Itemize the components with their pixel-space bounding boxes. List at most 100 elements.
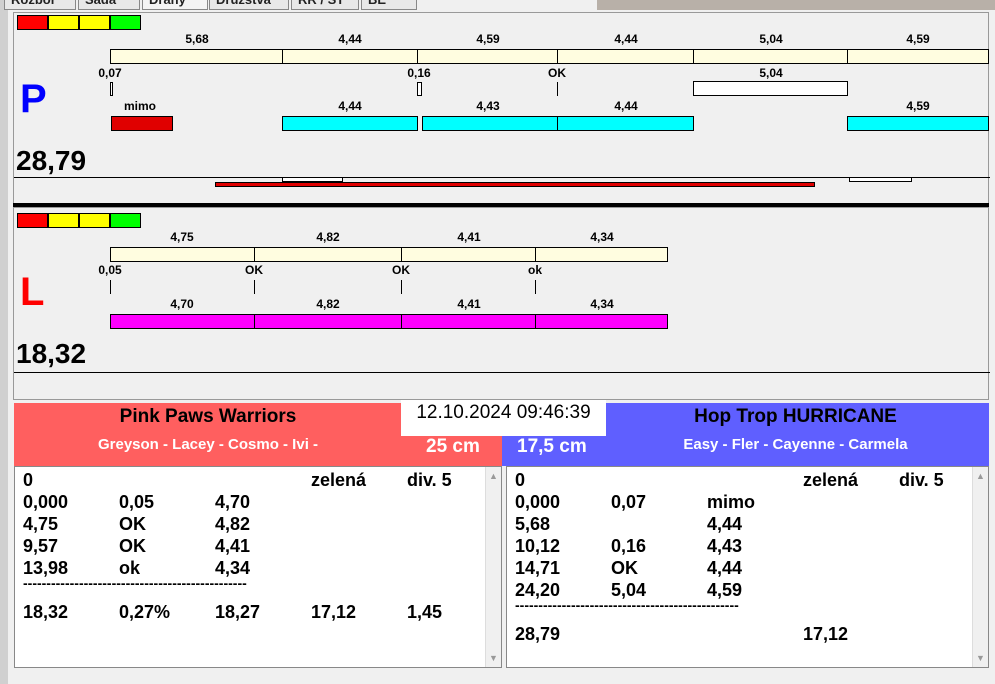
cell: zelená [311,470,367,490]
gap-tick [401,280,402,294]
run-bar-mimo [111,116,173,131]
segment-label: 4,44 [614,32,638,46]
segment-label: 4,59 [476,32,500,46]
gap-tick [535,280,536,294]
legend-yellow [48,213,79,228]
run-label: 4,70 [170,297,194,311]
tab-drahy[interactable]: Dráhy [142,0,208,10]
legend-yellow [79,15,110,30]
left-edge [0,0,8,684]
segment-bar [401,247,536,262]
run-label: 4,44 [614,99,638,113]
cell: div. 5 [407,470,452,490]
left-team-height: 25 cm [426,436,480,457]
legend-yellow [79,213,110,228]
timeline-line [14,372,990,373]
gap-mark [110,82,113,96]
tab-strip-bg [597,0,995,10]
scroll-down-icon[interactable]: ▼ [486,653,501,663]
gap-label: 0,16 [407,66,431,80]
gap-bar [693,81,848,96]
tab-rozbor[interactable]: Rozbor [4,0,76,10]
run-bar [110,314,255,329]
lane-letter: L [20,270,45,314]
gap-label: 0,07 [98,66,122,80]
segment-label: 4,59 [906,32,930,46]
right-team-name: Hop Trop HURRICANE [694,406,897,427]
legend-green [110,213,141,228]
run-label: 4,43 [476,99,500,113]
run-bar [282,116,418,131]
lane-score: 18,32 [16,338,87,369]
run-label: mimo [123,99,156,113]
gap-label: 0,05 [98,263,122,277]
legend-yellow [48,15,79,30]
segment-label: 4,75 [170,230,194,244]
run-bar [254,314,402,329]
segment-label: 5,04 [759,32,783,46]
run-bar [535,314,668,329]
segment-bar [535,247,668,262]
gap-tick [254,280,255,294]
run-bar [401,314,536,329]
legend-red [17,15,48,30]
scroll-up-icon[interactable]: ▲ [973,471,988,481]
run-bar [422,116,558,131]
segment-bar [254,247,402,262]
run-label: 4,59 [906,99,930,113]
tab-druzstva[interactable]: Družstva [209,0,289,10]
segment-label: 4,82 [316,230,340,244]
cell: zelená [803,470,859,490]
left-team-members: Greyson - Lacey - Cosmo - Ivi - [97,436,319,453]
segment-bar [110,49,283,64]
scroll-down-icon[interactable]: ▼ [973,653,988,663]
run-bar [557,116,694,131]
segment-bar [847,49,989,64]
lane-score: 28,79 [16,145,87,176]
datetime-display: 12.10.2024 09:46:39 [401,400,606,436]
left-team-results-list[interactable]: 0 zelená div. 5 0,000 0,05 4,70 4,75 OK 4,82… [14,466,502,668]
segment-bar [282,49,418,64]
right-team-results-list[interactable]: 0 zelená div. 5 0,000 0,07 mimo 5,68 4,44 1… [506,466,989,668]
segment-bar [693,49,848,64]
gap-label: OK [392,263,410,277]
segment-label: 5,68 [185,32,209,46]
timeline-mark [849,177,912,182]
scrollbar[interactable]: ▲ ▼ [972,467,988,667]
lane-letter: P [20,77,47,121]
tab-rr-st[interactable]: RR / ST [291,0,359,10]
timeline-line [14,177,990,178]
right-team-members: Easy - Fler - Cayenne - Carmela [683,436,908,453]
right-team-height: 17,5 cm [517,436,587,457]
gap-label: OK [245,263,263,277]
run-label: 4,41 [457,297,481,311]
segment-label: 4,34 [590,230,614,244]
lane-p-panel: 5,68 4,44 4,59 4,44 5,04 4,59 0,07 0,16 … [13,12,990,204]
gap-label: OK [548,66,566,80]
segment-bar [417,49,558,64]
gap-label: 5,04 [759,66,783,80]
gap-mark [417,82,422,96]
tab-be[interactable]: BE [361,0,417,10]
segment-label: 4,44 [338,32,362,46]
segment-bar [110,247,255,262]
run-label: 4,82 [316,297,340,311]
segment-bar [557,49,694,64]
gap-tick [110,280,111,294]
run-label: 4,44 [338,99,362,113]
gap-tick [557,82,558,96]
lane-l-panel: 4,75 4,82 4,41 4,34 0,05 OK OK ok L 4,70… [13,207,990,400]
run-bar [847,116,989,131]
scrollbar[interactable]: ▲ ▼ [485,467,501,667]
cell: 0 [515,470,526,490]
run-label: 4,34 [590,297,614,311]
left-team-name: Pink Paws Warriors [119,406,297,427]
legend-red [17,213,48,228]
timeline-red-bar [215,182,815,187]
cell: div. 5 [899,470,944,490]
tab-sada[interactable]: Sada [78,0,140,10]
scroll-up-icon[interactable]: ▲ [486,471,501,481]
legend-green [110,15,141,30]
cell: 0 [23,470,34,490]
gap-label: ok [527,263,542,277]
